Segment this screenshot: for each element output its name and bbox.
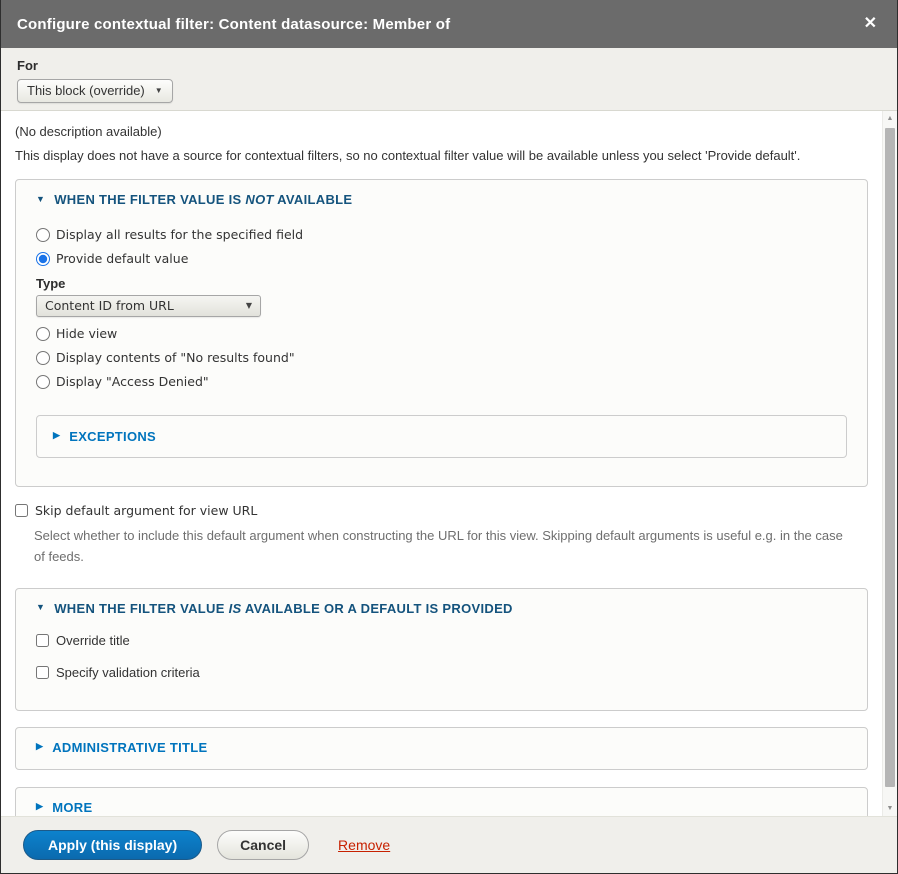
fieldset-available-legend[interactable]: ▼ WHEN THE FILTER VALUE IS AVAILABLE OR …: [36, 601, 847, 616]
radio-access-denied[interactable]: [36, 375, 50, 389]
skip-default-argument-row[interactable]: Skip default argument for view URL: [15, 503, 882, 518]
legend-text: MORE: [52, 800, 92, 815]
fieldset-administrative-title: ▶ ADMINISTRATIVE TITLE: [15, 727, 868, 770]
radio-provide-default[interactable]: [36, 252, 50, 266]
radio-option-provide-default[interactable]: Provide default value: [36, 251, 847, 266]
for-display-select[interactable]: This block (override) ▼: [17, 79, 173, 103]
fieldset-not-available-legend[interactable]: ▼ WHEN THE FILTER VALUE IS NOT AVAILABLE: [36, 192, 847, 207]
radio-label: Display "Access Denied": [56, 374, 209, 389]
legend-text: WHEN THE FILTER VALUE IS NOT AVAILABLE: [54, 192, 352, 207]
legend-text: ADMINISTRATIVE TITLE: [52, 740, 207, 755]
fieldset-admin-title-legend[interactable]: ▶ ADMINISTRATIVE TITLE: [36, 740, 847, 755]
radio-label: Provide default value: [56, 251, 188, 266]
close-icon[interactable]: ✕: [860, 14, 881, 34]
vertical-scrollbar[interactable]: ▲ ▼: [882, 111, 897, 816]
scroll-up-icon[interactable]: ▲: [883, 115, 897, 122]
radio-option-no-results[interactable]: Display contents of "No results found": [36, 350, 847, 365]
radio-label: Display all results for the specified fi…: [56, 227, 303, 242]
override-title-row[interactable]: Override title: [36, 633, 847, 648]
for-select-value: This block (override): [27, 83, 145, 98]
radio-label: Hide view: [56, 326, 117, 341]
specify-validation-label: Specify validation criteria: [56, 665, 200, 680]
dialog-content: (No description available) This display …: [1, 111, 882, 816]
legend-text: EXCEPTIONS: [69, 429, 156, 444]
radio-option-hide-view[interactable]: Hide view: [36, 326, 847, 341]
skip-default-argument-description: Select whether to include this default a…: [34, 525, 856, 568]
apply-button[interactable]: Apply (this display): [23, 830, 202, 861]
cancel-button[interactable]: Cancel: [217, 830, 309, 861]
radio-no-results[interactable]: [36, 351, 50, 365]
fieldset-more: ▶ MORE: [15, 787, 868, 816]
radio-label: Display contents of "No results found": [56, 350, 295, 365]
triangle-down-icon: ▼: [36, 602, 45, 612]
specify-validation-checkbox[interactable]: [36, 666, 49, 679]
triangle-right-icon: ▶: [36, 801, 43, 812]
radio-option-access-denied[interactable]: Display "Access Denied": [36, 374, 847, 389]
skip-default-argument-checkbox[interactable]: [15, 504, 28, 517]
override-title-label: Override title: [56, 633, 130, 648]
type-select-value: Content ID from URL: [45, 298, 174, 313]
triangle-right-icon: ▶: [36, 741, 43, 752]
radio-hide-view[interactable]: [36, 327, 50, 341]
chevron-down-icon: ▼: [246, 301, 252, 310]
radio-option-display-all[interactable]: Display all results for the specified fi…: [36, 227, 847, 242]
triangle-down-icon: ▼: [36, 194, 45, 204]
legend-text: WHEN THE FILTER VALUE IS AVAILABLE OR A …: [54, 601, 513, 616]
remove-link[interactable]: Remove: [338, 837, 390, 853]
radio-display-all[interactable]: [36, 228, 50, 242]
fieldset-filter-available: ▼ WHEN THE FILTER VALUE IS AVAILABLE OR …: [15, 588, 868, 711]
scrollbar-thumb[interactable]: [885, 128, 895, 787]
skip-default-argument-label: Skip default argument for view URL: [35, 503, 257, 518]
fieldset-exceptions: ▶ EXCEPTIONS: [36, 415, 847, 458]
fieldset-filter-not-available: ▼ WHEN THE FILTER VALUE IS NOT AVAILABLE…: [15, 179, 868, 487]
for-section: For This block (override) ▼: [1, 48, 897, 111]
type-label: Type: [36, 276, 847, 291]
scroll-down-icon[interactable]: ▼: [883, 805, 897, 812]
dialog-footer: Apply (this display) Cancel Remove: [1, 816, 897, 873]
chevron-down-icon: ▼: [155, 86, 163, 95]
no-description-text: (No description available): [15, 124, 882, 139]
specify-validation-row[interactable]: Specify validation criteria: [36, 665, 847, 680]
default-type-select[interactable]: Content ID from URL ▼: [36, 295, 261, 317]
fieldset-more-legend[interactable]: ▶ MORE: [36, 800, 847, 815]
dialog-body: (No description available) This display …: [1, 111, 897, 816]
dialog-titlebar: Configure contextual filter: Content dat…: [1, 0, 897, 48]
override-title-checkbox[interactable]: [36, 634, 49, 647]
dialog-title: Configure contextual filter: Content dat…: [17, 16, 860, 33]
fieldset-exceptions-legend[interactable]: ▶ EXCEPTIONS: [53, 429, 830, 444]
for-label: For: [17, 58, 881, 73]
contextual-filter-dialog: Configure contextual filter: Content dat…: [0, 0, 898, 874]
display-note-text: This display does not have a source for …: [15, 148, 882, 163]
triangle-right-icon: ▶: [53, 430, 60, 441]
